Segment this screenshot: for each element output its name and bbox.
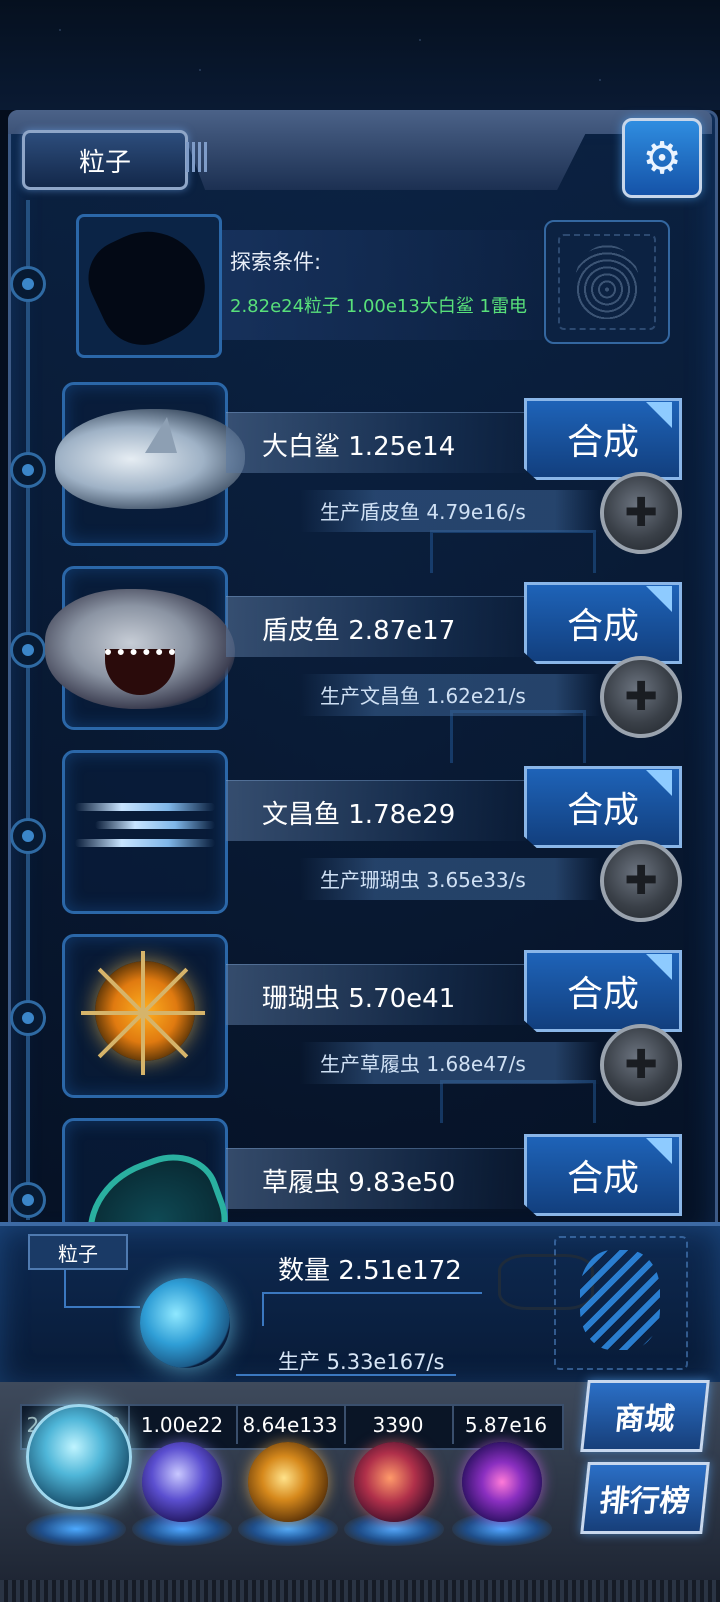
bottom-vent-decoration — [0, 1580, 720, 1602]
creature-name-count: 大白鲨 1.25e14 — [262, 432, 456, 462]
fingerprint-icon — [575, 245, 639, 319]
creature-thumb[interactable] — [62, 934, 228, 1098]
production-rate: 生产文昌鱼 1.62e21/s — [320, 684, 526, 708]
coral-ray — [143, 1011, 205, 1015]
salamander-silhouette-icon — [75, 212, 223, 360]
tab-particle-label: 粒子 — [78, 147, 131, 178]
creature-row-paramecium: 草履虫 9.83e50 合成 — [0, 1118, 720, 1222]
creature-thumb[interactable] — [55, 382, 245, 546]
resource-value-brain: 3390 — [372, 1413, 424, 1437]
upgrade-plus-button[interactable]: ✚ — [600, 840, 682, 922]
paramecium-icon — [68, 1140, 244, 1222]
creature-thumb[interactable] — [62, 750, 228, 914]
tab-stripes-decoration — [186, 142, 208, 172]
dunkleosteus-icon — [45, 589, 235, 709]
creature-thumb[interactable] — [62, 1118, 244, 1222]
upgrade-plus-button[interactable]: ✚ — [600, 656, 682, 738]
locked-creature-thumb — [75, 212, 223, 360]
creature-row-dunkleosteus: 盾皮鱼 2.87e17 合成 生产文昌鱼 1.62e21/s ✚ — [0, 566, 720, 738]
upgrade-plus-button[interactable]: ✚ — [600, 1024, 682, 1106]
creature-row-lancelet: 文昌鱼 1.78e29 合成 生产珊瑚虫 3.65e33/s ✚ — [0, 750, 720, 922]
vortex-orb-icon[interactable] — [462, 1442, 542, 1522]
resource-count: 数量 2.51e172 — [278, 1256, 462, 1286]
ranking-button[interactable]: 排行榜 — [580, 1462, 710, 1534]
creature-thumb[interactable] — [45, 566, 235, 730]
explore-scan-button[interactable] — [544, 220, 670, 344]
brain-orb-icon[interactable] — [354, 1442, 434, 1522]
gear-icon: ⚙ — [642, 132, 682, 184]
production-rate: 生产盾皮鱼 4.79e16/s — [320, 500, 526, 524]
plus-icon: ✚ — [624, 490, 658, 536]
space-backdrop — [0, 0, 720, 110]
particle-orb-icon — [140, 1278, 230, 1368]
plus-icon: ✚ — [624, 1042, 658, 1088]
production-rate: 生产草履虫 1.68e47/s — [320, 1052, 526, 1076]
creature-row-shark: 大白鲨 1.25e14 合成 生产盾皮鱼 4.79e16/s ✚ — [0, 382, 720, 554]
coral-ray — [141, 1013, 145, 1075]
dna-icon — [580, 1250, 660, 1350]
creature-name-count: 珊瑚虫 5.70e41 — [262, 984, 456, 1014]
shop-button[interactable]: 商城 — [580, 1380, 710, 1452]
resource-value-fire: 8.64e133 — [242, 1413, 338, 1437]
particle-orb-icon[interactable] — [26, 1404, 132, 1510]
coral-ray — [81, 1011, 143, 1015]
explore-label: 探索条件: — [230, 250, 322, 274]
production-rate: 生产珊瑚虫 3.65e33/s — [320, 868, 526, 892]
resource-value-vortex: 5.87e16 — [464, 1413, 548, 1437]
resource-name-label: 粒子 — [28, 1234, 128, 1270]
explore-condition: 2.82e24粒子 1.00e13大白鲨 1雷电 — [230, 296, 528, 317]
resource-value-lightning: 1.00e22 — [140, 1413, 224, 1437]
upgrade-plus-button[interactable]: ✚ — [600, 472, 682, 554]
plus-icon: ✚ — [624, 674, 658, 720]
resource-production: 生产 5.33e167/s — [278, 1350, 445, 1374]
creature-name-count: 文昌鱼 1.78e29 — [262, 800, 456, 830]
rail-node — [10, 266, 46, 302]
creature-name-count: 盾皮鱼 2.87e17 — [262, 616, 456, 646]
fire-orb-icon[interactable] — [248, 1442, 328, 1522]
lancelet-icon — [75, 793, 215, 873]
settings-button[interactable]: ⚙ — [622, 118, 702, 198]
plus-icon: ✚ — [624, 858, 658, 904]
creature-name-count: 草履虫 9.83e50 — [262, 1168, 456, 1198]
shark-icon — [55, 409, 245, 509]
coral-ray — [141, 951, 145, 1013]
lightning-orb-icon[interactable] — [142, 1442, 222, 1522]
tab-particle[interactable]: 粒子 — [22, 130, 188, 190]
creature-row-coral-polyp: 珊瑚虫 5.70e41 合成 生产草履虫 1.68e47/s ✚ — [0, 934, 720, 1106]
